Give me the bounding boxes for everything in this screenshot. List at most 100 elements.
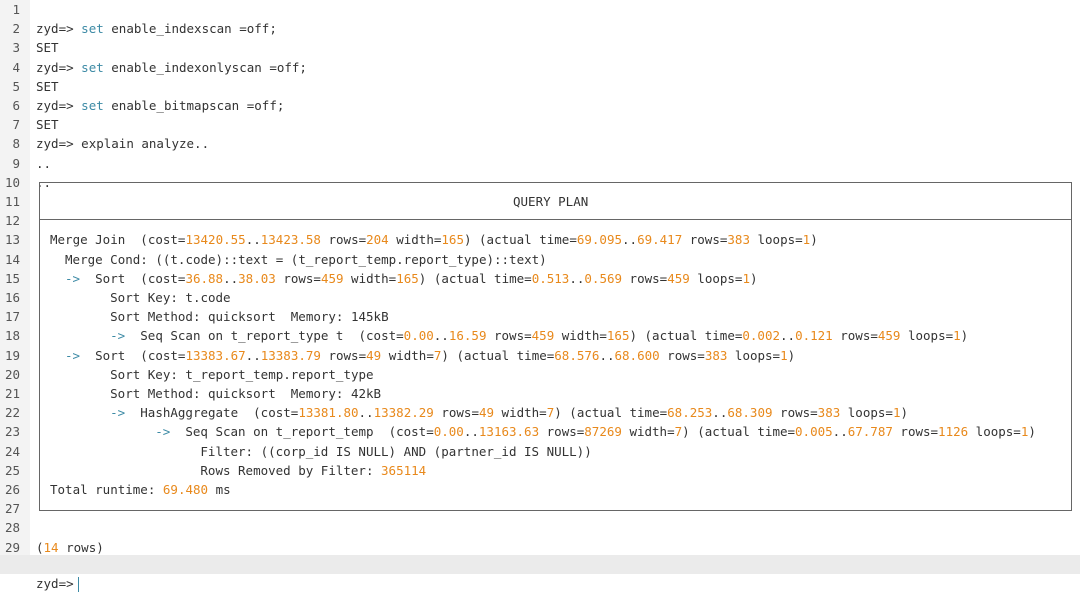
plan-number: 13423.58 (260, 232, 321, 248)
line-number-text: 17 (4, 309, 20, 325)
plan-text: .. (622, 232, 638, 248)
plan-number: 69.480 (162, 482, 209, 497)
plan-number: 459 (531, 328, 555, 344)
code-line-1: zyd=> set enable_indexscan =off; (0, 0, 1080, 36)
line-number-text: 20 (4, 366, 20, 382)
plan-number: 0.00 (433, 424, 464, 440)
plan-text: rows= (320, 347, 367, 363)
plan-number: 0.002 (742, 328, 781, 344)
plan-text: rows= (622, 270, 668, 286)
plan-text: loops= (749, 232, 803, 248)
plan-arrow: -> (110, 328, 141, 344)
query-plan-row: Filter: ((corp_id IS NULL) AND (partner_… (200, 442, 591, 461)
plan-text: .. (569, 270, 585, 286)
plan-arrow: -> (65, 347, 96, 363)
plan-number: 13163.63 (478, 424, 540, 440)
query-plan-row: Sort Method: quicksort Memory: 145kB (110, 307, 388, 326)
line-number-text: 25 (4, 462, 20, 478)
plan-number: 13383.79 (260, 347, 321, 363)
plan-number: 165 (606, 328, 630, 344)
plan-text: .. (223, 270, 239, 286)
plan-number: 13420.55 (185, 232, 246, 248)
plan-number: 0.569 (584, 270, 623, 286)
plan-number: 68.600 (614, 347, 660, 363)
plan-text: ) (actual time= (629, 328, 743, 344)
line-number-text: 12 (4, 213, 20, 229)
plan-text: Sort Key: t_report_temp.report_type (110, 366, 374, 382)
plan-text: .. (599, 347, 615, 363)
plan-text: Seq Scan on t_report_type t (cost= (140, 328, 404, 344)
plan-text: Merge Cond: ((t.code)::text = (t_report_… (65, 251, 547, 267)
plan-text: ) (810, 232, 818, 248)
plan-text: ms (208, 482, 231, 497)
line-number-text: 26 (4, 482, 20, 497)
query-plan-row: -> Seq Scan on t_report_type t (cost= 0.0… (110, 326, 968, 345)
code-line-28: (14 rows) (0, 518, 1080, 555)
plan-text: Sort Method: quicksort Memory: 145kB (110, 309, 389, 325)
plan-text: ) (1028, 424, 1036, 440)
plan-text: ) (actual time= (463, 232, 577, 248)
plan-number: 383 (727, 232, 750, 248)
plan-text: ) (actual time= (682, 424, 796, 440)
code-line-9: .. (0, 154, 1080, 190)
line-number-text: 14 (4, 251, 20, 267)
plan-number: 67.787 (847, 424, 893, 440)
current-line[interactable]: zyd=> (0, 555, 1080, 593)
query-plan-row: Sort Key: t.code (110, 288, 230, 307)
plan-number: 68.253 (667, 405, 713, 421)
plan-number: 1 (742, 270, 750, 286)
plan-text: HashAggregate (cost= (140, 405, 299, 421)
plan-number: 38.03 (238, 270, 276, 286)
plan-text: rows= (892, 424, 939, 440)
plan-arrow: -> (155, 424, 186, 440)
plan-text: width= (554, 328, 607, 344)
plan-number: 365114 (381, 462, 427, 478)
plan-number: 69.417 (637, 232, 683, 248)
plan-number: 1 (953, 328, 961, 344)
code-line-5: zyd=> set enable_bitmapscan =off; (0, 77, 1080, 113)
line-number-text: 22 (4, 405, 20, 421)
table-header-separator (39, 219, 1072, 220)
plan-number: 68.309 (727, 405, 773, 421)
plan-number: 13381.80 (298, 405, 359, 421)
plan-text: ) (749, 270, 758, 286)
code-line-7: zyd=> explain analyze.. (0, 115, 1080, 151)
query-plan-row: Total runtime: 69.480 ms (50, 480, 231, 499)
plan-text: rows= (682, 232, 728, 248)
text-cursor (77, 577, 79, 593)
paren-open: ( (36, 539, 44, 555)
plan-number: 68.576 (554, 347, 600, 363)
query-plan-row: Sort Method: quicksort Memory: 42kB (110, 384, 381, 403)
query-plan-row: Merge Cond: ((t.code)::text = (t_report_… (65, 250, 547, 269)
plan-number: 13383.67 (185, 347, 246, 363)
plan-number: 204 (366, 232, 389, 248)
plan-text: loops= (968, 424, 1021, 440)
plan-text: rows= (275, 270, 321, 286)
query-plan-row: Sort Key: t_report_temp.report_type (110, 365, 373, 384)
plan-text: Seq Scan on t_report_temp (cost= (185, 424, 434, 440)
plan-number: 383 (704, 347, 728, 363)
row-count: 14 (43, 539, 59, 555)
query-plan-row: Rows Removed by Filter: 365114 (200, 461, 426, 480)
plan-number: 459 (320, 270, 344, 286)
line-number-text: 16 (4, 290, 20, 305)
plan-number: 0.513 (531, 270, 570, 286)
plan-text: width= (494, 405, 547, 421)
plan-text: .. (832, 424, 848, 440)
code-line-6: SET (0, 96, 1080, 132)
editor[interactable]: 1 2 3 4 5 6 7 8 9 10 11 12 13 14 15 16 17 18 19 20 21 22 23 24 2… (0, 0, 1080, 593)
plan-text: Sort (cost= (95, 270, 186, 286)
table-border-bottom (39, 510, 1072, 511)
plan-text: loops= (900, 328, 954, 344)
plan-number: 0.005 (795, 424, 833, 440)
plan-text: rows= (433, 405, 479, 421)
plan-number: 69.095 (576, 232, 623, 248)
plan-number: 7 (674, 424, 683, 440)
table-border-top (39, 182, 1072, 183)
plan-text: ) (900, 405, 908, 421)
plan-text: rows= (539, 424, 585, 440)
query-plan-row: Merge Join (cost=13420.55..13423.58 rows… (50, 230, 818, 249)
plan-number: 165 (441, 232, 464, 248)
plan-text: rows= (320, 232, 367, 248)
plan-number: 87269 (584, 424, 622, 440)
